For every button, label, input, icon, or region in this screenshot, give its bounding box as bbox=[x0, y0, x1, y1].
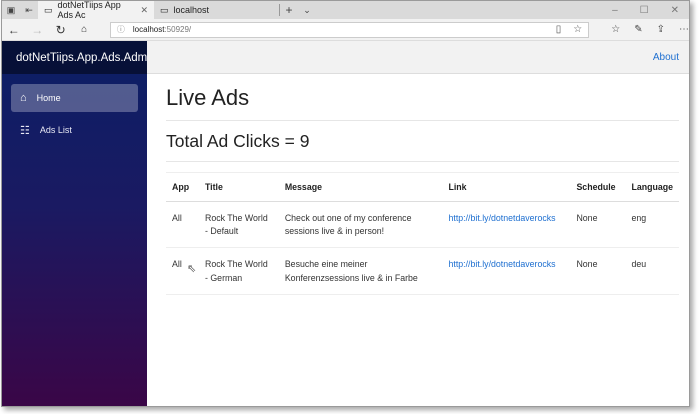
col-app: App bbox=[166, 172, 199, 202]
back-icon[interactable]: ← bbox=[2, 23, 25, 37]
url-input[interactable]: ⓘ localhost:50929/ ▯ ☆ bbox=[109, 21, 590, 38]
ad-link[interactable]: http://bit.ly/dotnetdaverocks bbox=[448, 259, 555, 269]
about-link[interactable]: About bbox=[653, 52, 679, 63]
tab-label: dotNetTiips App Ads Ac bbox=[57, 0, 121, 20]
sidebar-item-label: Ads List bbox=[39, 125, 72, 135]
cell-title: Rock The World - Default bbox=[198, 201, 279, 249]
total-clicks: Total Ad Clicks = 9 bbox=[166, 121, 679, 162]
new-tab-icon[interactable]: + bbox=[280, 3, 298, 17]
mouse-cursor-icon: ⇖ bbox=[187, 263, 197, 275]
col-language: Language bbox=[625, 172, 679, 202]
top-bar: About bbox=[147, 41, 689, 74]
col-link: Link bbox=[442, 172, 571, 202]
browser-window: ▣ ⇤ ▭ dotNetTiips App Ads Ac ✕ ▭ localho… bbox=[1, 0, 690, 407]
tab-manager-icon[interactable]: ▣ bbox=[2, 5, 20, 16]
cell-language: deu bbox=[625, 247, 679, 295]
cell-message: Check out one of my conference sessions … bbox=[278, 201, 443, 249]
cell-schedule: None bbox=[570, 201, 626, 249]
favorite-star-icon[interactable]: ☆ bbox=[573, 24, 582, 35]
set-aside-tabs-icon[interactable]: ⇤ bbox=[20, 5, 38, 16]
url-host: localhost bbox=[132, 25, 165, 34]
info-icon: ⓘ bbox=[116, 25, 125, 34]
sidebar: dotNetTiips.App.Ads.Admin ⌂ Home ☷ Ads L… bbox=[2, 41, 156, 406]
ad-link[interactable]: http://bit.ly/dotnetdaverocks bbox=[448, 213, 555, 223]
page-icon: ▭ bbox=[160, 4, 169, 15]
col-message: Message bbox=[278, 172, 443, 202]
url-port: :50929/ bbox=[164, 25, 192, 34]
col-title: Title bbox=[198, 172, 279, 202]
close-tab-icon[interactable]: ✕ bbox=[140, 5, 148, 16]
sidebar-item-home[interactable]: ⌂ Home bbox=[11, 84, 138, 112]
minimize-icon[interactable]: – bbox=[612, 5, 618, 16]
table-row: All Rock The World - Default Check out o… bbox=[166, 201, 679, 249]
tab-bar: ▣ ⇤ ▭ dotNetTiips App Ads Ac ✕ ▭ localho… bbox=[2, 0, 689, 20]
pen-icon[interactable]: ✎ bbox=[634, 24, 642, 35]
cell-schedule: None bbox=[570, 247, 626, 295]
list-icon: ☷ bbox=[20, 124, 30, 137]
reading-view-icon[interactable]: ▯ bbox=[556, 24, 562, 35]
brand[interactable]: dotNetTiips.App.Ads.Admin bbox=[2, 41, 156, 74]
forward-icon[interactable]: → bbox=[25, 23, 48, 37]
tab-label: localhost bbox=[173, 5, 210, 15]
cell-language: eng bbox=[625, 201, 679, 249]
cell-message: Besuche eine meiner Konferenzsessions li… bbox=[278, 247, 443, 295]
home-icon[interactable]: ⌂ bbox=[72, 24, 95, 35]
page-icon: ▭ bbox=[44, 4, 53, 15]
favorites-icon[interactable]: ☆ bbox=[611, 24, 620, 35]
refresh-icon[interactable]: ↻ bbox=[49, 23, 72, 37]
cell-title: Rock The World - German bbox=[198, 247, 279, 295]
cell-app: All bbox=[166, 201, 199, 249]
app: dotNetTiips.App.Ads.Admin ⌂ Home ☷ Ads L… bbox=[2, 41, 689, 406]
chevron-down-icon[interactable]: ⌄ bbox=[298, 5, 316, 16]
ads-table: App Title Message Link Schedule Language… bbox=[166, 172, 679, 295]
address-bar: ← → ↻ ⌂ ⓘ localhost:50929/ ▯ ☆ ☆ ✎ ⇪ ⋯ bbox=[2, 19, 689, 41]
table-row: All Rock The World - German Besuche eine… bbox=[166, 247, 679, 295]
share-icon[interactable]: ⇪ bbox=[657, 24, 665, 35]
page-title: Live Ads bbox=[166, 74, 679, 121]
main: About Live Ads Total Ad Clicks = 9 App T… bbox=[147, 41, 689, 406]
maximize-icon[interactable]: ☐ bbox=[640, 5, 649, 16]
sidebar-item-label: Home bbox=[36, 93, 61, 103]
tab-ads-admin[interactable]: ▭ dotNetTiips App Ads Ac ✕ bbox=[38, 0, 154, 20]
tab-localhost[interactable]: ▭ localhost bbox=[154, 1, 279, 19]
col-schedule: Schedule bbox=[570, 172, 626, 202]
close-window-icon[interactable]: ✕ bbox=[671, 5, 679, 16]
home-icon: ⌂ bbox=[20, 92, 27, 104]
sidebar-item-ads-list[interactable]: ☷ Ads List bbox=[11, 116, 138, 144]
more-icon[interactable]: ⋯ bbox=[679, 24, 689, 35]
